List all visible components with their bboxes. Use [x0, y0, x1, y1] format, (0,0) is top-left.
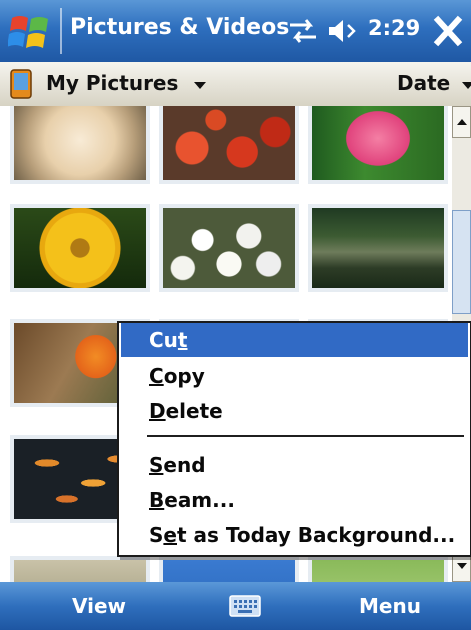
keyboard-icon[interactable] [229, 593, 261, 619]
chevron-up-icon [457, 119, 467, 125]
device-icon [10, 69, 32, 99]
title-bar: Pictures & Videos 2:29 [0, 0, 471, 62]
sort-dropdown[interactable]: Date [397, 71, 450, 95]
thumbnail[interactable] [159, 204, 299, 292]
menu-item-copy[interactable]: Copy [121, 359, 468, 393]
thumbnail[interactable] [308, 204, 448, 292]
menu-item-set-today-background[interactable]: Set as Today Background... [121, 518, 468, 552]
context-menu: Cut Copy Delete Send Beam... Set as Toda… [117, 321, 471, 557]
thumbnail[interactable] [159, 556, 299, 582]
clock[interactable]: 2:29 [368, 16, 420, 40]
folder-dropdown[interactable]: My Pictures [46, 71, 178, 95]
app-title: Pictures & Videos [70, 15, 290, 40]
close-icon[interactable] [428, 10, 468, 52]
menu-softkey[interactable]: Menu [359, 594, 421, 618]
menu-item-delete[interactable]: Delete [121, 394, 468, 428]
folder-chevron-down-icon[interactable] [194, 82, 206, 89]
view-softkey[interactable]: View [72, 594, 126, 618]
chevron-down-icon [457, 563, 467, 569]
folder-toolbar: My Pictures Date [0, 62, 471, 107]
thumbnail[interactable] [10, 106, 150, 184]
menu-item-send[interactable]: Send [121, 448, 468, 482]
softkey-bar: View Menu [0, 582, 471, 630]
connectivity-icon[interactable] [286, 17, 320, 45]
thumbnail[interactable] [10, 556, 150, 582]
menu-separator [147, 435, 464, 437]
scroll-thumb[interactable] [452, 210, 471, 314]
menu-item-cut[interactable]: Cut [121, 323, 468, 357]
sort-chevron-down-icon[interactable] [462, 82, 471, 89]
thumbnail[interactable] [308, 556, 448, 582]
scroll-up-button[interactable] [452, 106, 471, 138]
thumbnail[interactable] [308, 106, 448, 184]
pocket-pc-screen: Pictures & Videos 2:29 My Pictures Date [0, 0, 471, 630]
thumbnail[interactable] [159, 106, 299, 184]
menu-item-beam[interactable]: Beam... [121, 483, 468, 517]
windows-start-icon[interactable] [8, 10, 52, 54]
title-separator [60, 8, 62, 54]
volume-icon[interactable] [326, 17, 360, 45]
thumbnail[interactable] [10, 204, 150, 292]
